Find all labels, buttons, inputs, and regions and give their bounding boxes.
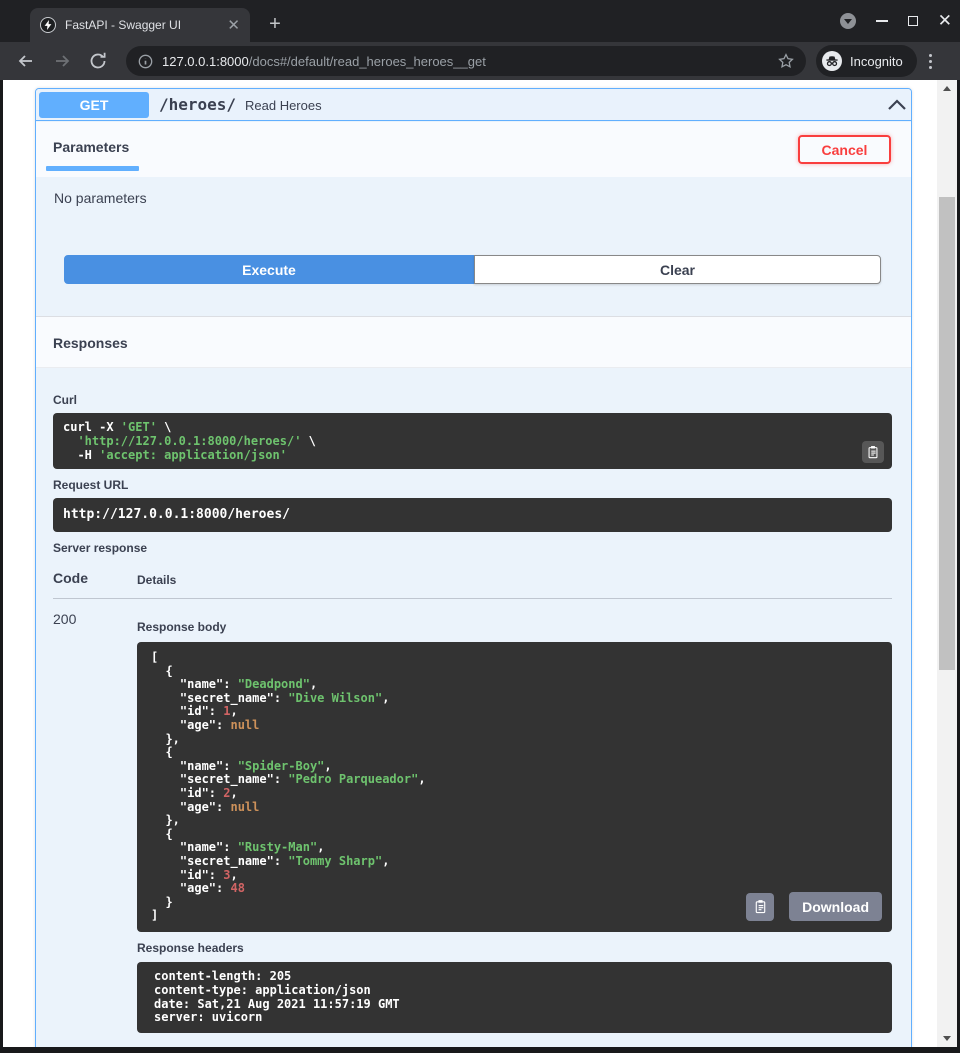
endpoint-path: /heroes/ xyxy=(159,95,236,114)
details-column-header: Details xyxy=(137,573,176,587)
incognito-label: Incognito xyxy=(850,54,903,69)
back-button[interactable] xyxy=(16,51,36,71)
incognito-badge: Incognito xyxy=(816,45,917,77)
window-close-button[interactable]: ✕ xyxy=(938,14,952,28)
no-parameters-text: No parameters xyxy=(54,190,147,206)
new-tab-button[interactable]: + xyxy=(264,14,286,36)
table-divider xyxy=(53,598,892,599)
browser-menu-button[interactable] xyxy=(929,54,932,69)
request-url-block: http://127.0.0.1:8000/heroes/ xyxy=(53,498,892,532)
response-body-json: [ { "name": "Deadpond", "secret_name": "… xyxy=(151,651,878,923)
response-headers-block: content-length: 205 content-type: applic… xyxy=(137,962,892,1033)
clipboard-icon xyxy=(753,899,768,914)
url-bar[interactable]: 127.0.0.1:8000/docs#/default/read_heroes… xyxy=(126,46,806,76)
parameters-tab-underline xyxy=(46,166,139,171)
http-method-badge: GET xyxy=(39,92,149,118)
incognito-icon xyxy=(822,51,842,71)
tab-title: FastAPI - Swagger UI xyxy=(65,18,219,32)
forward-button[interactable] xyxy=(52,51,72,71)
server-response-label: Server response xyxy=(53,541,147,555)
scrollbar-up-arrow-icon[interactable] xyxy=(943,86,951,91)
curl-label: Curl xyxy=(53,393,77,407)
response-body-block: [ { "name": "Deadpond", "secret_name": "… xyxy=(137,642,892,932)
browser-tab[interactable]: FastAPI - Swagger UI ✕ xyxy=(30,8,250,42)
site-info-icon[interactable] xyxy=(138,54,153,69)
browser-toolbar: 127.0.0.1:8000/docs#/default/read_heroes… xyxy=(0,42,960,80)
url-text: 127.0.0.1:8000/docs#/default/read_heroes… xyxy=(162,54,778,69)
window-maximize-button[interactable] xyxy=(908,16,918,26)
code-column-header: Code xyxy=(53,570,88,586)
scrollbar-thumb[interactable] xyxy=(939,197,955,670)
cancel-button[interactable]: Cancel xyxy=(798,135,891,164)
response-body-label: Response body xyxy=(137,620,226,634)
scrollbar-down-arrow-icon[interactable] xyxy=(943,1036,951,1041)
curl-command-block: curl -X 'GET' \ 'http://127.0.0.1:8000/h… xyxy=(53,413,892,469)
clear-button[interactable]: Clear xyxy=(474,255,881,284)
responses-title: Responses xyxy=(53,335,128,351)
parameters-section-header: Parameters Cancel xyxy=(36,122,911,177)
response-headers-text: content-length: 205 content-type: applic… xyxy=(154,970,875,1025)
window-minimize-button[interactable] xyxy=(876,20,888,22)
request-url-label: Request URL xyxy=(53,478,128,492)
parameters-section-body: No parameters Execute Clear xyxy=(36,177,911,316)
parameters-title: Parameters xyxy=(53,139,129,155)
tab-search-button[interactable] xyxy=(840,13,856,29)
url-path: /docs#/default/read_heroes_heroes__get xyxy=(249,54,486,69)
download-button[interactable]: Download xyxy=(789,892,882,921)
copy-response-button[interactable] xyxy=(746,893,774,921)
opblock-get-heroes: GET /heroes/ Read Heroes Parameters Canc… xyxy=(35,88,912,1047)
copy-curl-button[interactable] xyxy=(862,441,884,463)
page-scrollbar[interactable] xyxy=(937,80,957,1047)
fastapi-favicon-icon xyxy=(40,17,56,33)
responses-section-body: Curl curl -X 'GET' \ 'http://127.0.0.1:8… xyxy=(36,368,911,1047)
responses-section-header: Responses xyxy=(36,316,911,368)
caret-down-icon xyxy=(844,19,852,24)
collapse-chevron-icon[interactable] xyxy=(887,96,907,114)
request-url-text: http://127.0.0.1:8000/heroes/ xyxy=(63,507,882,523)
browser-titlebar: FastAPI - Swagger UI ✕ + ✕ xyxy=(0,0,960,42)
swagger-page: GET /heroes/ Read Heroes Parameters Canc… xyxy=(3,80,957,1047)
tab-close-icon[interactable]: ✕ xyxy=(227,18,240,33)
response-headers-label: Response headers xyxy=(137,941,244,955)
clipboard-icon xyxy=(866,445,880,459)
reload-button[interactable] xyxy=(88,51,108,71)
curl-command-text: curl -X 'GET' \ 'http://127.0.0.1:8000/h… xyxy=(63,420,882,462)
url-host: 127.0.0.1:8000 xyxy=(162,54,249,69)
endpoint-summary: Read Heroes xyxy=(245,98,322,113)
bookmark-star-icon[interactable] xyxy=(778,53,794,69)
execute-button[interactable]: Execute xyxy=(64,255,474,284)
status-code: 200 xyxy=(53,611,76,627)
opblock-header[interactable]: GET /heroes/ Read Heroes xyxy=(36,89,911,121)
